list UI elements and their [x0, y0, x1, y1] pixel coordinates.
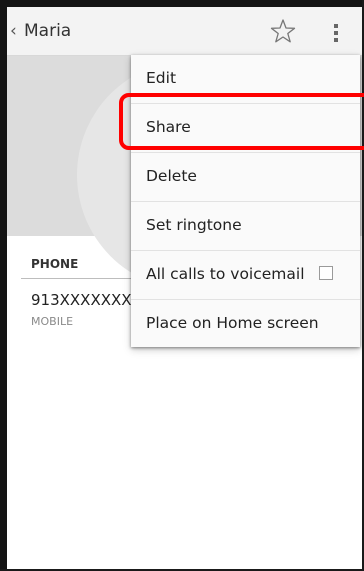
star-icon[interactable] — [269, 17, 297, 45]
device-frame-left — [0, 0, 7, 571]
back-chevron-icon[interactable]: ‹ — [10, 21, 17, 41]
contact-name-title[interactable]: Maria — [24, 21, 71, 41]
menu-item-delete[interactable]: Delete — [131, 153, 360, 201]
menu-item-label: Edit — [146, 69, 177, 87]
menu-item-label: Delete — [146, 167, 197, 185]
device-frame-top — [0, 0, 364, 7]
menu-item-all-calls-to-voicemail[interactable]: All calls to voicemail — [131, 251, 360, 299]
voicemail-checkbox[interactable] — [319, 266, 333, 280]
share-highlight-annotation — [119, 93, 364, 150]
phone-type-label: MOBILE — [31, 315, 74, 328]
phone-section-header: PHONE — [31, 257, 79, 271]
overflow-menu-icon[interactable] — [333, 23, 339, 43]
menu-item-place-on-home-screen[interactable]: Place on Home screen — [131, 300, 360, 348]
action-bar: ‹ Maria — [7, 7, 362, 56]
phone-number[interactable]: 913XXXXXXX — [31, 291, 132, 309]
menu-item-label: All calls to voicemail — [146, 265, 305, 283]
contact-details-screen: ‹ Maria PHONE 913XXXXXXX MOBILE Edit Sha… — [7, 7, 362, 569]
menu-item-label: Set ringtone — [146, 216, 242, 234]
menu-item-set-ringtone[interactable]: Set ringtone — [131, 202, 360, 250]
menu-item-label: Place on Home screen — [146, 314, 319, 332]
